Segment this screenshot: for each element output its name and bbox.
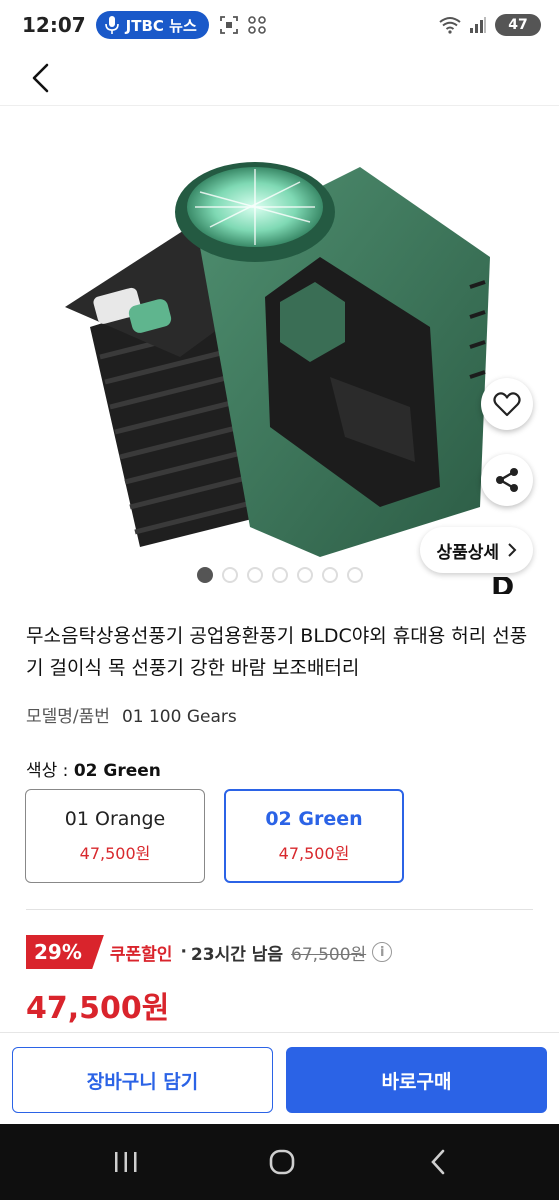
- home-button[interactable]: [262, 1144, 302, 1180]
- option-name: 02 Green: [265, 808, 363, 830]
- product-detail-label: 상품상세: [436, 542, 499, 563]
- carousel-dot[interactable]: [222, 567, 238, 583]
- color-option-orange[interactable]: 01 Orange 47,500원: [25, 789, 205, 883]
- chevron-left-icon: [431, 1149, 445, 1175]
- product-detail-button[interactable]: 상품상세: [420, 527, 533, 573]
- model-label: 모델명/품번: [26, 707, 110, 727]
- product-title: 무소음탁상용선풍기 공업용환풍기 BLDC야외 휴대용 허리 선풍기 걸이식 목…: [26, 625, 528, 679]
- heart-icon: [493, 392, 521, 417]
- system-back-button[interactable]: [418, 1144, 458, 1180]
- carousel-dot[interactable]: [272, 567, 288, 583]
- info-icon[interactable]: i: [372, 942, 393, 962]
- option-price: 47,500원: [79, 844, 151, 863]
- carousel-dot[interactable]: [297, 567, 313, 583]
- separator-dot: ·: [180, 942, 187, 962]
- status-time: 12:07: [22, 13, 86, 37]
- status-bar: 12:07 JTBC 뉴스 47: [0, 0, 559, 50]
- color-selected-label: 색상 : 02 Green: [26, 756, 161, 781]
- app-grid-icon: [247, 16, 266, 34]
- add-to-cart-button[interactable]: 장바구니 담기: [12, 1047, 273, 1113]
- color-label-prefix: 색상 :: [26, 761, 74, 781]
- home-icon: [269, 1149, 295, 1175]
- coupon-discount-label: 쿠폰할인: [109, 944, 173, 965]
- partial-overlay-letter: D: [491, 577, 515, 594]
- share-icon: [496, 468, 518, 492]
- carousel-dot[interactable]: [197, 567, 213, 583]
- original-price: 67,500원: [291, 944, 367, 965]
- carousel-dot[interactable]: [322, 567, 338, 583]
- top-navigation: [0, 50, 559, 106]
- product-photo: [65, 162, 490, 557]
- color-option-green[interactable]: 02 Green 47,500원: [224, 789, 404, 883]
- recent-apps-button[interactable]: [106, 1144, 146, 1180]
- recent-apps-icon: [115, 1152, 137, 1172]
- battery-level: 47: [508, 17, 528, 33]
- battery-icon: 47: [495, 14, 541, 36]
- bottom-action-bar: 장바구니 담기 바로구매: [0, 1032, 559, 1124]
- system-navigation-bar: [0, 1124, 559, 1200]
- option-price: 47,500원: [278, 844, 350, 863]
- chevron-left-icon: [32, 63, 49, 93]
- chevron-right-icon: [508, 543, 517, 557]
- carousel-dot[interactable]: [347, 567, 363, 583]
- screenshot-icon: [219, 16, 238, 34]
- buy-now-button[interactable]: 바로구매: [286, 1047, 547, 1113]
- color-selected-value: 02 Green: [73, 761, 161, 781]
- share-button[interactable]: [481, 454, 533, 506]
- wifi-icon: [439, 17, 461, 34]
- product-image-carousel[interactable]: 상품상세 D: [0, 107, 559, 594]
- news-notification-pill[interactable]: JTBC 뉴스: [95, 11, 209, 39]
- wishlist-button[interactable]: [481, 378, 533, 430]
- signal-icon: [470, 17, 486, 33]
- final-price: 47,500원: [26, 991, 170, 1026]
- model-value: 01 100 Gears: [121, 707, 237, 727]
- carousel-dot[interactable]: [247, 567, 263, 583]
- discount-badge: 29%: [26, 935, 104, 969]
- carousel-indicator: [197, 567, 363, 583]
- model-info: 모델명/품번 01 100 Gears: [26, 702, 237, 727]
- back-button[interactable]: [20, 58, 60, 98]
- news-label: JTBC 뉴스: [125, 16, 197, 35]
- divider: [26, 909, 533, 910]
- option-name: 01 Orange: [64, 808, 166, 830]
- microphone-icon: [104, 16, 119, 34]
- discount-row: 29% 쿠폰할인 · 23시간 남음 67,500원 i: [26, 934, 393, 970]
- time-left: 23시간 남음: [190, 944, 284, 965]
